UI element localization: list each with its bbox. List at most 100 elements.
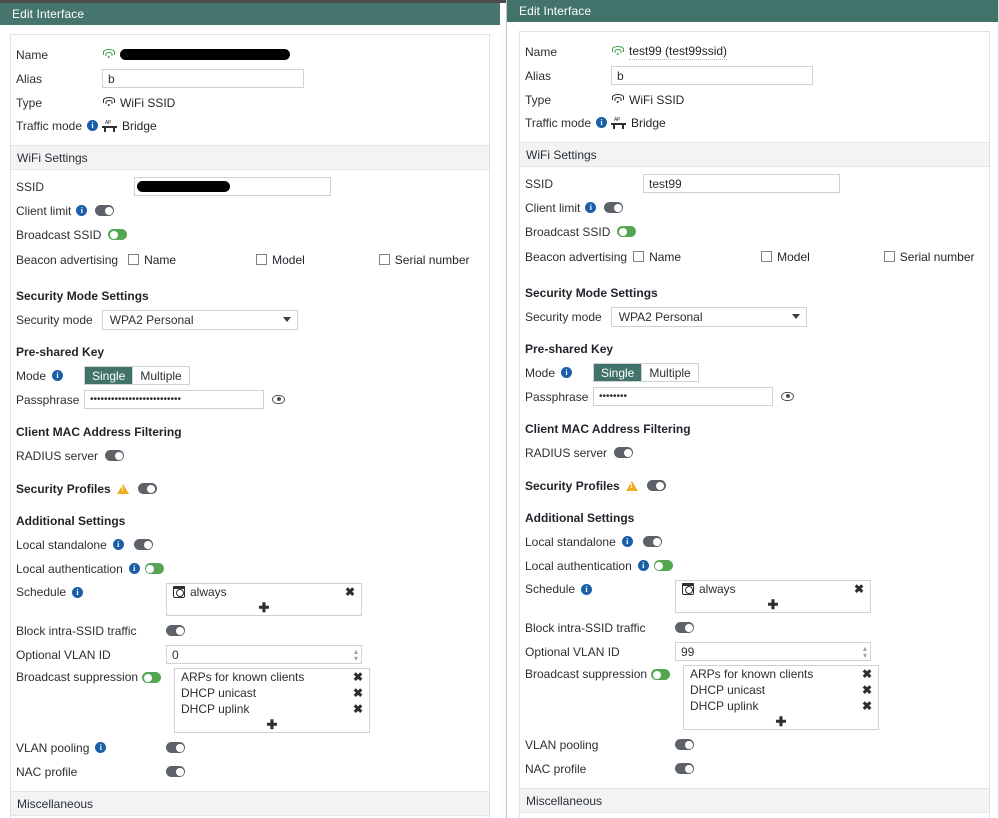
checkbox-icon[interactable] — [761, 251, 773, 262]
info-icon[interactable]: i — [87, 120, 99, 131]
broadcast-ssid-toggle[interactable] — [108, 229, 128, 240]
remove-icon[interactable]: ✖ — [353, 687, 363, 699]
eye-icon[interactable] — [781, 392, 794, 401]
checkbox-icon[interactable] — [883, 251, 895, 262]
security-mode-select[interactable]: WPA2 Personal — [101, 309, 298, 330]
info-icon[interactable]: i — [637, 560, 649, 571]
broadcast-suppression-listbox: ARPs for known clients ✖ DHCP unicast ✖ DHCP… — [174, 668, 370, 733]
row-ssid: SSID — [11, 176, 489, 197]
client-limit-label: Client limit i — [525, 201, 597, 215]
schedule-add-row[interactable]: ✚ — [676, 597, 870, 612]
client-limit-toggle[interactable] — [604, 202, 624, 213]
client-limit-toggle[interactable] — [95, 205, 115, 216]
beacon-option-serial-number[interactable]: Serial number — [883, 250, 974, 264]
checkbox-icon[interactable] — [633, 251, 645, 262]
info-icon[interactable]: i — [52, 370, 64, 381]
optional-vlan-id-input[interactable] — [166, 645, 362, 664]
local-authentication-toggle[interactable] — [653, 560, 673, 571]
remove-icon[interactable]: ✖ — [345, 586, 355, 598]
toggle-knob — [684, 764, 693, 773]
vlan-pooling-toggle[interactable] — [675, 739, 694, 750]
remove-icon[interactable]: ✖ — [353, 703, 363, 715]
ssid-value-redacted — [137, 181, 230, 192]
beacon-option-model[interactable]: Model — [256, 253, 305, 267]
local-standalone-toggle[interactable] — [134, 539, 153, 550]
security-mode-select[interactable]: WPA2 Personal — [610, 306, 807, 327]
security-profiles-toggle[interactable] — [137, 483, 157, 494]
info-icon[interactable]: i — [561, 367, 573, 378]
row-broadcast-suppression: Broadcast suppression ARPs for known clie… — [11, 668, 489, 733]
local-authentication-toggle[interactable] — [144, 563, 164, 574]
alias-input[interactable] — [611, 66, 813, 85]
local-standalone-toggle[interactable] — [643, 536, 662, 547]
passphrase-input[interactable]: •••••••• — [593, 387, 773, 406]
heading-client-mac-filtering: Client MAC Address Filtering — [11, 421, 489, 442]
schedule-label-text: Schedule — [525, 582, 576, 596]
chevron-down-icon[interactable] — [791, 314, 800, 319]
broadcast-suppression-toggle[interactable] — [142, 672, 161, 683]
spinner-arrows[interactable]: ▴ ▾ — [354, 647, 358, 662]
add-icon[interactable]: ✚ — [259, 601, 270, 614]
nac-profile-label: NAC profile — [16, 764, 78, 779]
panel-right: Edit Interface Name test99 (test99ssid) Ali… — [506, 0, 999, 818]
block-intra-ssid-toggle[interactable] — [166, 625, 185, 636]
remove-icon[interactable]: ✖ — [854, 583, 864, 595]
checkbox-icon[interactable] — [128, 254, 140, 265]
beacon-option-serial-number[interactable]: Serial number — [378, 253, 469, 267]
info-icon[interactable]: i — [596, 117, 608, 128]
broadcast-suppression-toggle[interactable] — [651, 669, 670, 680]
add-icon[interactable]: ✚ — [267, 718, 278, 731]
add-row[interactable]: ✚ — [175, 717, 369, 732]
row-optional-vlan-id: Optional VLAN ID ▴▾ — [520, 641, 989, 662]
name-value[interactable]: test99 (test99ssid) — [629, 44, 728, 60]
add-row[interactable]: ✚ — [684, 714, 878, 729]
alias-input[interactable] — [102, 69, 304, 88]
optional-vlan-id-input[interactable] — [675, 642, 871, 661]
info-icon[interactable]: i — [112, 539, 124, 550]
beacon-option-name[interactable]: Name — [633, 250, 681, 264]
schedule-add-row[interactable]: ✚ — [167, 600, 361, 615]
info-icon[interactable]: i — [95, 742, 107, 753]
beacon-option-model[interactable]: Model — [761, 250, 810, 264]
spinner-arrows[interactable]: ▴ ▾ — [863, 644, 867, 659]
ssid-input[interactable] — [643, 174, 840, 193]
info-icon[interactable]: i — [128, 563, 140, 574]
alias-label: Alias — [525, 68, 552, 83]
info-icon[interactable]: i — [581, 583, 593, 595]
eye-icon[interactable] — [272, 395, 285, 404]
checkbox-icon[interactable] — [378, 254, 390, 265]
add-icon[interactable]: ✚ — [768, 598, 779, 611]
info-icon[interactable]: i — [621, 536, 633, 547]
remove-icon[interactable]: ✖ — [862, 700, 872, 712]
info-icon[interactable]: i — [76, 205, 88, 216]
remove-icon[interactable]: ✖ — [862, 684, 872, 696]
psk-mode-option-single[interactable]: Single — [594, 364, 642, 381]
radius-server-toggle[interactable] — [614, 447, 634, 458]
psk-mode-option-multiple[interactable]: Multiple — [641, 364, 698, 381]
info-icon[interactable]: i — [585, 202, 597, 213]
info-icon[interactable]: i — [72, 586, 84, 598]
list-item: DHCP uplink ✖ — [175, 701, 369, 717]
beacon-option-name[interactable]: Name — [128, 253, 176, 267]
passphrase-input[interactable]: •••••••••••••••••••••••••• — [84, 390, 264, 409]
panel-left: Edit Interface Name Alias Type WiFi SSID Traf… — [0, 3, 500, 818]
ssid-input[interactable] — [134, 177, 331, 196]
block-intra-ssid-toggle[interactable] — [675, 622, 694, 633]
nac-profile-toggle[interactable] — [675, 763, 694, 774]
remove-icon[interactable]: ✖ — [353, 671, 363, 683]
psk-mode-option-single[interactable]: Single — [85, 367, 133, 384]
radius-server-toggle[interactable] — [105, 450, 125, 461]
nac-profile-toggle[interactable] — [166, 766, 185, 777]
traffic-mode-value: Bridge — [122, 118, 157, 133]
add-icon[interactable]: ✚ — [776, 715, 787, 728]
remove-icon[interactable]: ✖ — [862, 668, 872, 680]
optional-vlan-id-label: Optional VLAN ID — [525, 644, 620, 659]
checkbox-icon[interactable] — [256, 254, 268, 265]
chevron-down-icon[interactable] — [282, 317, 291, 322]
security-profiles-toggle[interactable] — [646, 480, 666, 491]
beacon-option-label: Name — [649, 249, 682, 264]
psk-mode-option-multiple[interactable]: Multiple — [132, 367, 189, 384]
broadcast-ssid-toggle[interactable] — [617, 226, 637, 237]
vlan-pooling-toggle[interactable] — [166, 742, 185, 753]
